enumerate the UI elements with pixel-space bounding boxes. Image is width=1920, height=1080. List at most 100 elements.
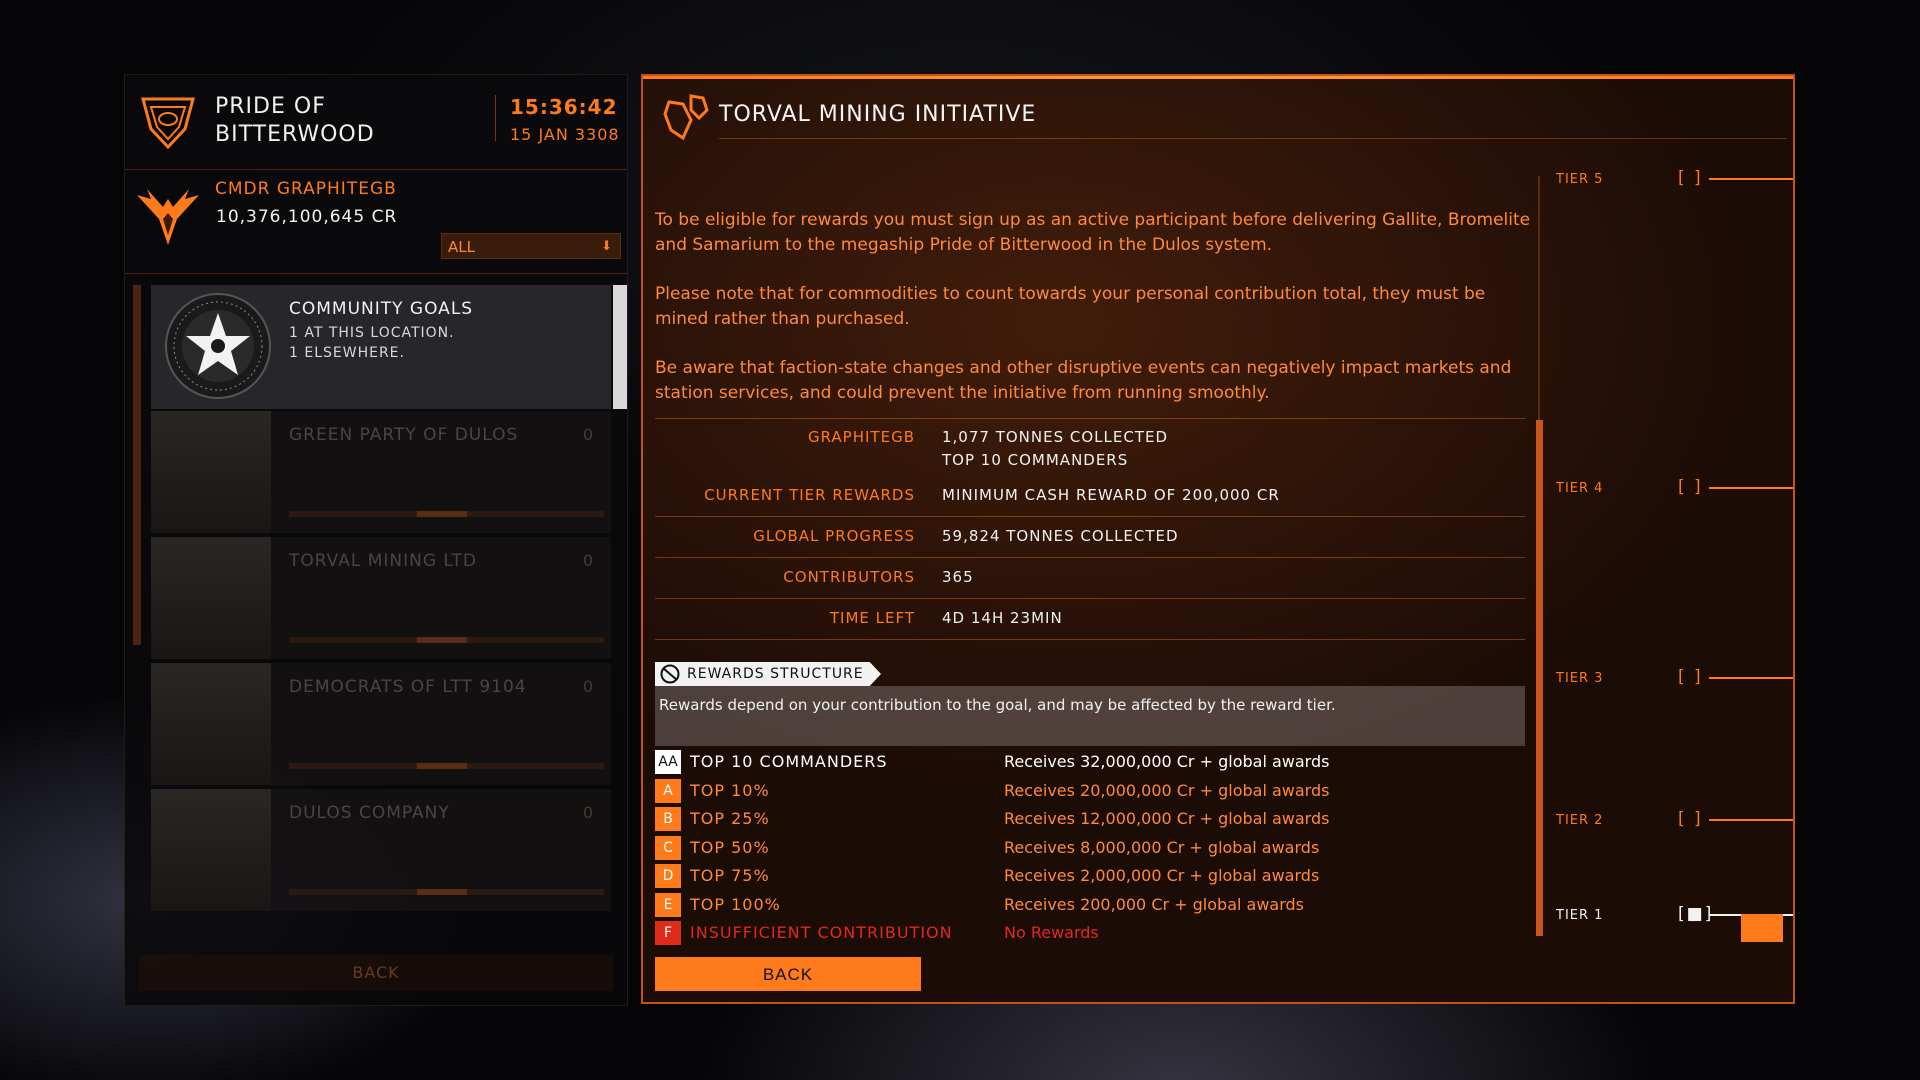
megaship-logo-icon — [141, 97, 195, 150]
reward-tier-description: Receives 32,000,000 Cr + global awards — [1004, 752, 1330, 771]
list-item-count: 0 — [582, 551, 593, 570]
progress-bar — [289, 637, 604, 643]
faction-portrait — [151, 663, 271, 785]
goal-description: To be eligible for rewards you must sign… — [655, 210, 1531, 255]
date: 15 JAN 3308 — [510, 125, 620, 144]
time-left-label: TIME LEFT — [829, 609, 915, 627]
reward-tier-name: TOP 10% — [690, 780, 770, 800]
goal-description: Be aware that faction-state changes and … — [655, 358, 1512, 403]
tier-rewards-value: MINIMUM CASH REWARD OF 200,000 CR — [942, 486, 1280, 504]
list-item-subtitle: 1 AT THIS LOCATION. — [289, 325, 455, 341]
tier-marker — [1709, 819, 1793, 821]
divider — [655, 598, 1525, 599]
tier-checkbox: [ ] — [1678, 667, 1703, 687]
tier-label: TIER 3 — [1556, 671, 1604, 686]
list-item-title: DULOS COMPANY — [289, 803, 450, 823]
community-goals-emblem-icon — [165, 293, 271, 399]
tier-label: TIER 4 — [1556, 481, 1604, 496]
credit-balance: 10,376,100,645 CR — [216, 207, 398, 227]
list-item-faction[interactable]: TORVAL MINING LTD 0 — [151, 537, 611, 659]
list-item-count: 0 — [582, 425, 593, 444]
list-item-count: 0 — [582, 677, 593, 696]
reward-badge: AA — [655, 750, 681, 774]
divider — [655, 418, 1525, 419]
list-item-title: GREEN PARTY OF DULOS — [289, 425, 519, 445]
list-item-title: COMMUNITY GOALS — [289, 299, 474, 319]
tier-marker — [1709, 178, 1793, 180]
tier-label-current: TIER 1 — [1556, 908, 1604, 923]
back-button[interactable]: BACK — [655, 957, 921, 991]
arrow-down-icon: ⬇ — [601, 239, 612, 254]
clock: 15:36:42 — [510, 95, 618, 119]
rewards-structure-title: REWARDS STRUCTURE — [687, 666, 864, 682]
reward-badge: A — [655, 778, 681, 803]
current-tier-indicator — [1741, 914, 1783, 942]
panel-top-border — [643, 76, 1793, 79]
rewards-structure-heading: REWARDS STRUCTURE — [655, 662, 881, 686]
faction-portrait — [151, 411, 271, 533]
tier-checkbox: [ ] — [1678, 809, 1703, 829]
reward-badge: B — [655, 807, 681, 831]
list-item-title: DEMOCRATS OF LTT 9104 — [289, 677, 527, 697]
reward-tier-name: TOP 50% — [690, 837, 770, 857]
reward-tier-name: TOP 10 COMMANDERS — [690, 752, 888, 771]
tier-checkbox: [ ] — [1678, 168, 1703, 188]
left-panel: PRIDE OF BITTERWOOD 15:36:42 15 JAN 3308… — [124, 74, 628, 1006]
tier-marker — [1709, 677, 1793, 679]
reward-tier-name: TOP 75% — [690, 866, 770, 885]
tier-label: TIER 5 — [1556, 172, 1604, 187]
filter-dropdown[interactable]: ALL ⬇ — [441, 233, 621, 259]
goal-description: Please note that for commodities to coun… — [655, 284, 1486, 329]
divider — [495, 95, 496, 141]
player-contribution: 1,077 TONNES COLLECTED — [942, 428, 1169, 446]
list-item-count: 0 — [582, 803, 593, 822]
goal-title: TORVAL MINING INITIATIVE — [719, 102, 1037, 127]
list-item-title: TORVAL MINING LTD — [289, 551, 478, 571]
reward-badge: D — [655, 864, 681, 888]
reward-badge: C — [655, 835, 681, 860]
global-progress-label: GLOBAL PROGRESS — [753, 527, 915, 545]
reward-tier-name: TOP 25% — [690, 809, 770, 828]
contributors-value: 365 — [942, 568, 974, 586]
list-item-faction[interactable]: DULOS COMPANY 0 — [151, 789, 611, 911]
list-item-subtitle: 1 ELSEWHERE. — [289, 345, 405, 361]
reward-tier-name: TOP 100% — [690, 894, 781, 914]
player-rank: TOP 10 COMMANDERS — [942, 451, 1129, 469]
progress-bar — [289, 763, 604, 769]
global-progress-value: 59,824 TONNES COLLECTED — [942, 527, 1179, 545]
time-left-value: 4D 14H 23MIN — [942, 609, 1063, 627]
back-button-inactive[interactable]: BACK — [139, 955, 613, 991]
scrollbar[interactable] — [613, 285, 627, 409]
reward-badge: F — [655, 921, 681, 945]
rewards-description-box — [655, 686, 1525, 746]
divider — [125, 169, 627, 170]
mining-goal-icon — [663, 94, 709, 141]
commander-name: CMDR GRAPHITEGB — [215, 179, 397, 199]
reward-badge: E — [655, 892, 681, 917]
contributors-label: CONTRIBUTORS — [783, 568, 915, 586]
list-item-community-goals[interactable]: COMMUNITY GOALS 1 AT THIS LOCATION. 1 EL… — [151, 285, 611, 409]
player-label: GRAPHITEGB — [807, 428, 915, 446]
tier-marker — [1709, 487, 1793, 489]
reward-tier-description: Receives 2,000,000 Cr + global awards — [1004, 866, 1320, 885]
reward-tier-description: Receives 12,000,000 Cr + global awards — [1004, 809, 1330, 828]
goal-detail-panel: TORVAL MINING INITIATIVE To be eligible … — [641, 74, 1795, 1004]
list-item-faction[interactable]: GREEN PARTY OF DULOS 0 — [151, 411, 611, 533]
progress-bar — [289, 511, 604, 517]
rank-wings-icon — [137, 189, 199, 245]
tier-progress-fill — [1536, 420, 1543, 936]
list-item-faction[interactable]: DEMOCRATS OF LTT 9104 0 — [151, 663, 611, 785]
list-accent-bar — [133, 285, 141, 645]
faction-portrait — [151, 537, 271, 659]
divider — [655, 557, 1525, 558]
tier-rewards-label: CURRENT TIER REWARDS — [704, 486, 915, 504]
reward-tier-description: Receives 20,000,000 Cr + global awards — [1004, 780, 1330, 800]
divider — [125, 273, 627, 274]
reward-tier-name: INSUFFICIENT CONTRIBUTION — [690, 923, 953, 942]
reward-tier-description: No Rewards — [1004, 923, 1099, 942]
divider — [655, 516, 1525, 517]
reward-tier-description: Receives 200,000 Cr + global awards — [1004, 894, 1305, 914]
divider — [655, 639, 1525, 640]
tier-label: TIER 2 — [1556, 813, 1604, 828]
filter-value: ALL — [448, 238, 475, 256]
